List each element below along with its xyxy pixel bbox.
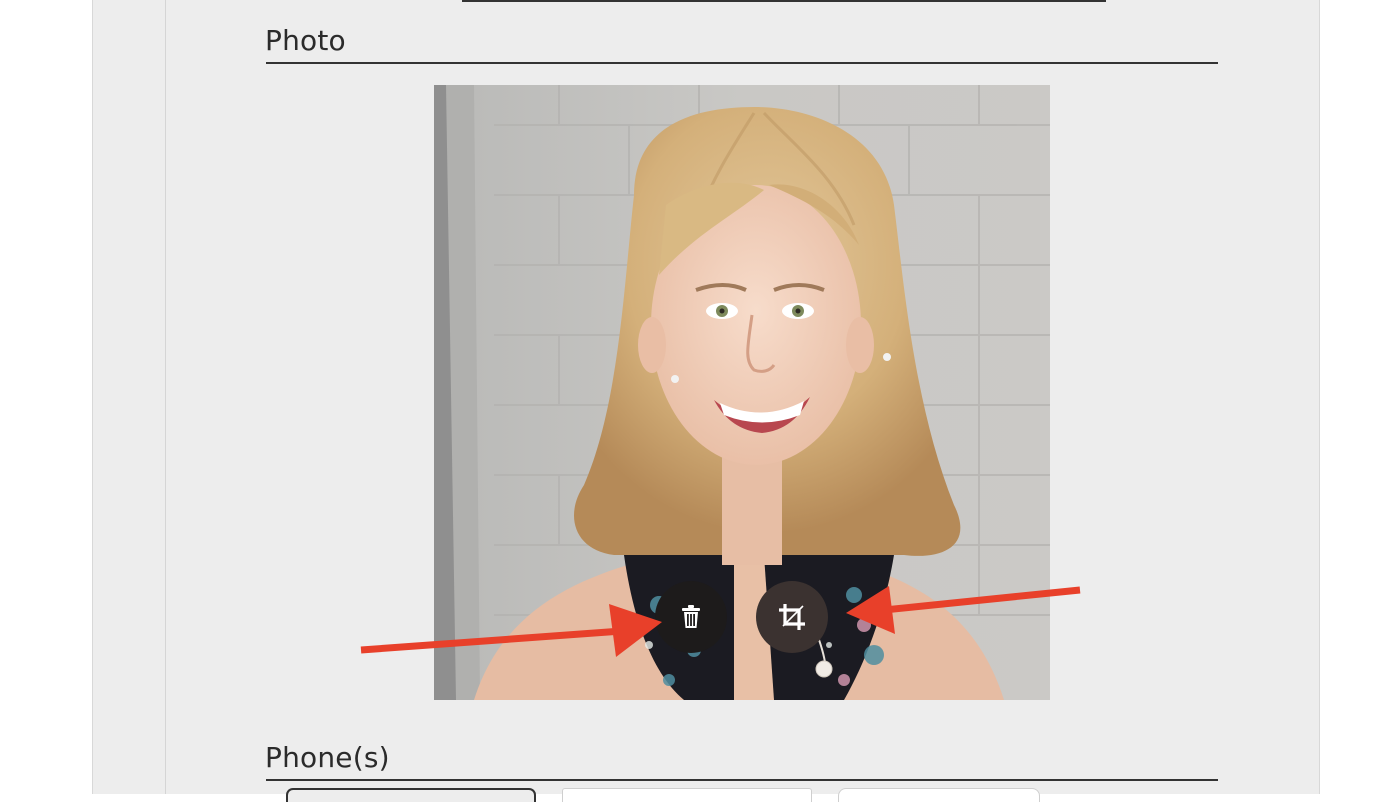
previous-field-underline [462,0,1106,2]
profile-photo [434,85,1050,700]
crop-icon [779,604,805,630]
trash-icon [682,605,700,628]
photo-section-title: Photo [265,24,346,57]
delete-photo-button[interactable] [655,581,727,653]
phone-extension-input[interactable] [838,788,1040,802]
phones-section-title: Phone(s) [265,741,390,774]
phones-section-rule [266,779,1218,781]
phone-type-select[interactable] [286,788,536,802]
phone-number-input[interactable] [562,788,812,802]
photo-section-rule [266,62,1218,64]
crop-photo-button[interactable] [756,581,828,653]
